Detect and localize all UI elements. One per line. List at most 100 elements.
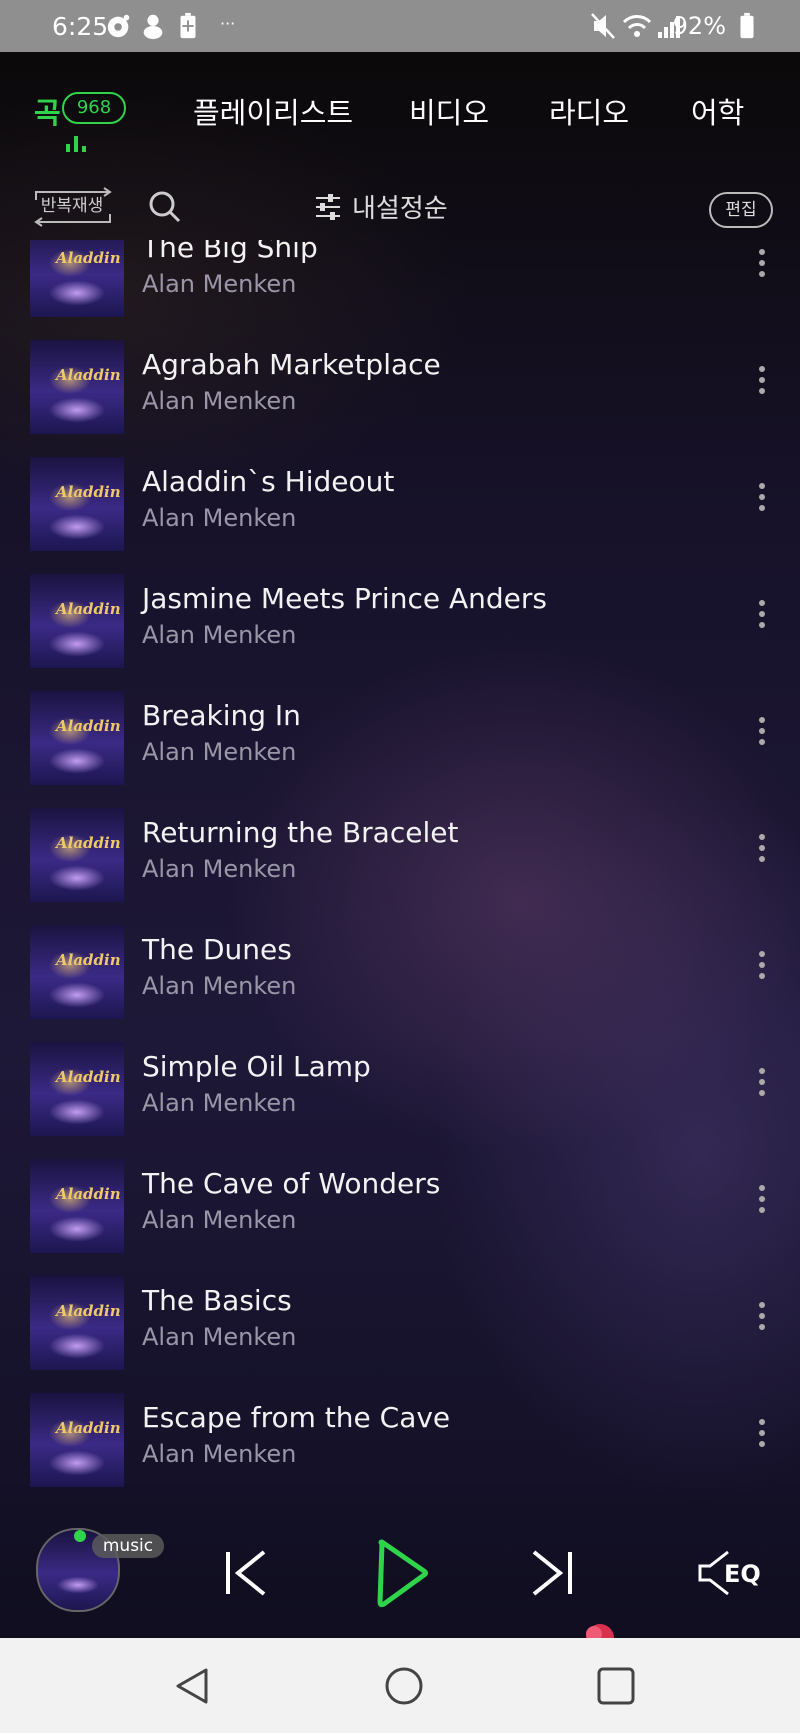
- top-tab-bar: 곡 968 플레이리스트 비디오 라디오 어학: [0, 52, 800, 162]
- album-logo: Aladdin: [56, 1302, 121, 1320]
- song-title: The Cave of Wonders: [142, 1167, 441, 1200]
- list-toolbar: 반복재생 내설정순 편집: [0, 170, 800, 250]
- song-title: The Dunes: [142, 933, 292, 966]
- album-logo: Aladdin: [56, 951, 121, 969]
- song-artist: Alan Menken: [142, 855, 297, 883]
- song-title: Breaking In: [142, 699, 301, 732]
- media-icon: [107, 14, 130, 38]
- song-artist: Alan Menken: [142, 270, 297, 298]
- song-title: Jasmine Meets Prince Anders: [142, 582, 547, 615]
- song-row[interactable]: Aladdin The Basics Alan Menken: [0, 1276, 800, 1393]
- album-logo: Aladdin: [56, 249, 121, 267]
- battery-saver-icon: [180, 12, 196, 39]
- more-vert-icon[interactable]: [756, 483, 768, 519]
- song-title: The Big Ship: [142, 240, 318, 264]
- more-vert-icon[interactable]: [756, 1185, 768, 1221]
- song-title: Aladdin`s Hideout: [142, 465, 395, 498]
- eq-label: EQ: [724, 1560, 761, 1588]
- album-logo: Aladdin: [56, 717, 121, 735]
- tab-radio[interactable]: 라디오: [549, 90, 629, 132]
- album-art: Aladdin: [30, 240, 124, 317]
- battery-percent: 92%: [672, 12, 726, 40]
- album-art: Aladdin: [30, 1159, 124, 1253]
- album-logo: Aladdin: [56, 483, 121, 501]
- tab-language[interactable]: 어학: [691, 90, 744, 132]
- more-vert-icon[interactable]: [756, 951, 768, 987]
- song-artist: Alan Menken: [142, 1089, 297, 1117]
- home-icon[interactable]: [384, 1666, 424, 1706]
- album-art: Aladdin: [30, 808, 124, 902]
- status-time: 6:25: [52, 12, 109, 41]
- sort-label: 내설정순: [352, 194, 448, 224]
- song-row[interactable]: Aladdin The Cave of Wonders Alan Menken: [0, 1159, 800, 1276]
- song-row[interactable]: Aladdin Escape from the Cave Alan Menken: [0, 1393, 800, 1505]
- song-list: Aladdin The Big Ship Alan Menken Aladdin Agr…: [0, 240, 800, 1505]
- song-title: Simple Oil Lamp: [142, 1050, 371, 1083]
- song-title: The Basics: [142, 1284, 292, 1317]
- status-bar: 6:25 ··· 92%: [0, 0, 800, 52]
- song-artist: Alan Menken: [142, 504, 297, 532]
- playing-indicator-dot: [74, 1530, 86, 1542]
- album-art: Aladdin: [30, 574, 124, 668]
- sort-sliders-icon: [316, 194, 340, 220]
- song-row[interactable]: Aladdin Breaking In Alan Menken: [0, 691, 800, 808]
- song-artist: Alan Menken: [142, 1206, 297, 1234]
- song-artist: Alan Menken: [142, 1440, 297, 1468]
- more-vert-icon[interactable]: [756, 1068, 768, 1104]
- more-vert-icon[interactable]: [756, 366, 768, 402]
- song-artist: Alan Menken: [142, 387, 297, 415]
- more-vert-icon[interactable]: [756, 249, 768, 285]
- search-icon[interactable]: [148, 190, 182, 224]
- album-art: Aladdin: [30, 1393, 124, 1487]
- song-row[interactable]: Aladdin Simple Oil Lamp Alan Menken: [0, 1042, 800, 1159]
- recents-icon[interactable]: [596, 1666, 636, 1706]
- album-logo: Aladdin: [56, 834, 121, 852]
- more-vert-icon[interactable]: [756, 1419, 768, 1455]
- song-count-badge: 968: [62, 92, 126, 124]
- song-row[interactable]: Aladdin Jasmine Meets Prince Anders Alan M…: [0, 574, 800, 691]
- album-art: Aladdin: [30, 925, 124, 1019]
- mini-player: music EQ: [0, 1508, 800, 1638]
- prev-icon[interactable]: [222, 1548, 270, 1598]
- music-pill: music: [92, 1534, 164, 1558]
- repeat-button[interactable]: 반복재생: [32, 186, 112, 227]
- repeat-label: 반복재생: [40, 196, 104, 216]
- album-logo: Aladdin: [56, 1419, 121, 1437]
- next-icon[interactable]: [528, 1548, 576, 1598]
- mute-icon: [591, 13, 615, 39]
- edit-button[interactable]: 편집: [709, 192, 773, 228]
- album-art: Aladdin: [30, 457, 124, 551]
- tab-videos[interactable]: 비디오: [409, 90, 489, 132]
- album-art: Aladdin: [30, 691, 124, 785]
- album-art: Aladdin: [30, 1042, 124, 1136]
- album-art: Aladdin: [30, 340, 124, 434]
- more-vert-icon[interactable]: [756, 600, 768, 636]
- album-logo: Aladdin: [56, 1185, 121, 1203]
- album-art: Aladdin: [30, 1276, 124, 1370]
- song-row[interactable]: Aladdin Aladdin`s Hideout Alan Menken: [0, 457, 800, 574]
- song-artist: Alan Menken: [142, 621, 297, 649]
- song-title: Agrabah Marketplace: [142, 348, 441, 381]
- song-title: Escape from the Cave: [142, 1401, 451, 1434]
- song-title: Returning the Bracelet: [142, 816, 459, 849]
- app-notification-icon: [143, 14, 163, 40]
- more-vert-icon[interactable]: [756, 834, 768, 870]
- tab-songs-label: 곡: [34, 96, 61, 130]
- album-logo: Aladdin: [56, 366, 121, 384]
- album-logo: Aladdin: [56, 600, 121, 618]
- song-row[interactable]: Aladdin The Big Ship Alan Menken: [0, 240, 800, 340]
- more-notifications-icon: ···: [220, 14, 236, 33]
- more-vert-icon[interactable]: [756, 717, 768, 753]
- tab-playlists[interactable]: 플레이리스트: [193, 90, 353, 132]
- wifi-icon: [622, 15, 652, 37]
- play-icon[interactable]: [374, 1538, 430, 1608]
- song-artist: Alan Menken: [142, 972, 297, 1000]
- more-vert-icon[interactable]: [756, 1302, 768, 1338]
- song-row[interactable]: Aladdin Agrabah Marketplace Alan Menken: [0, 340, 800, 457]
- album-logo: Aladdin: [56, 1068, 121, 1086]
- system-nav-bar: [0, 1638, 800, 1733]
- back-icon[interactable]: [172, 1666, 212, 1706]
- song-row[interactable]: Aladdin Returning the Bracelet Alan Menken: [0, 808, 800, 925]
- playing-bars-icon: [66, 136, 90, 152]
- song-row[interactable]: Aladdin The Dunes Alan Menken: [0, 925, 800, 1042]
